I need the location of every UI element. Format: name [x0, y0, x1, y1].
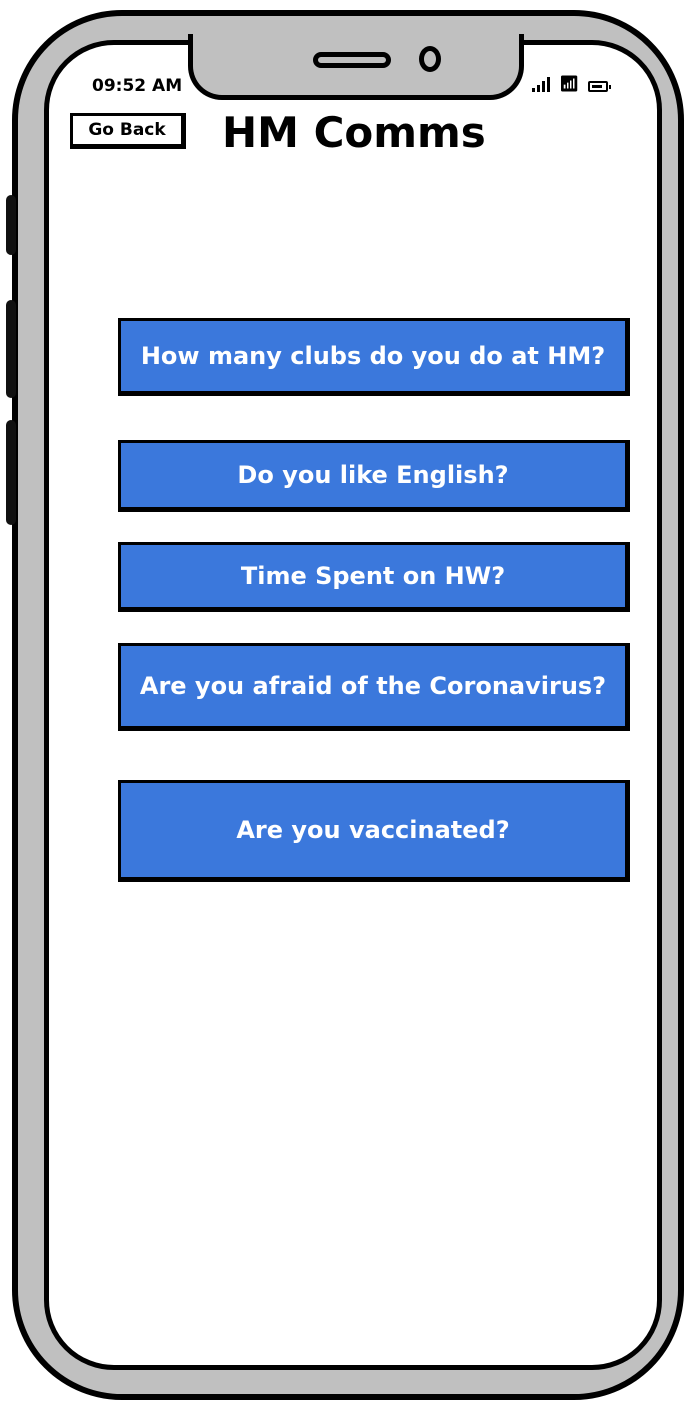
side-button-volume-down [6, 420, 16, 525]
status-icons: 📶︎ [532, 74, 612, 93]
question-button-vaccinated[interactable]: Are you vaccinated? [118, 780, 630, 882]
signal-icon [532, 76, 550, 92]
side-button-silent [6, 195, 16, 255]
status-time: 09:52 AM [92, 76, 183, 96]
speaker-icon [313, 52, 391, 68]
camera-icon [419, 46, 441, 72]
question-button-homework[interactable]: Time Spent on HW? [118, 542, 630, 612]
page-title: HM Comms [222, 108, 486, 157]
question-button-english[interactable]: Do you like English? [118, 440, 630, 512]
side-button-volume-up [6, 300, 16, 398]
question-button-clubs[interactable]: How many clubs do you do at HM? [118, 318, 630, 396]
question-button-coronavirus[interactable]: Are you afraid of the Coronavirus? [118, 643, 630, 731]
battery-icon [588, 81, 612, 92]
phone-notch [188, 34, 524, 100]
wifi-icon: 📶︎ [559, 74, 580, 93]
go-back-button[interactable]: Go Back [70, 113, 186, 149]
